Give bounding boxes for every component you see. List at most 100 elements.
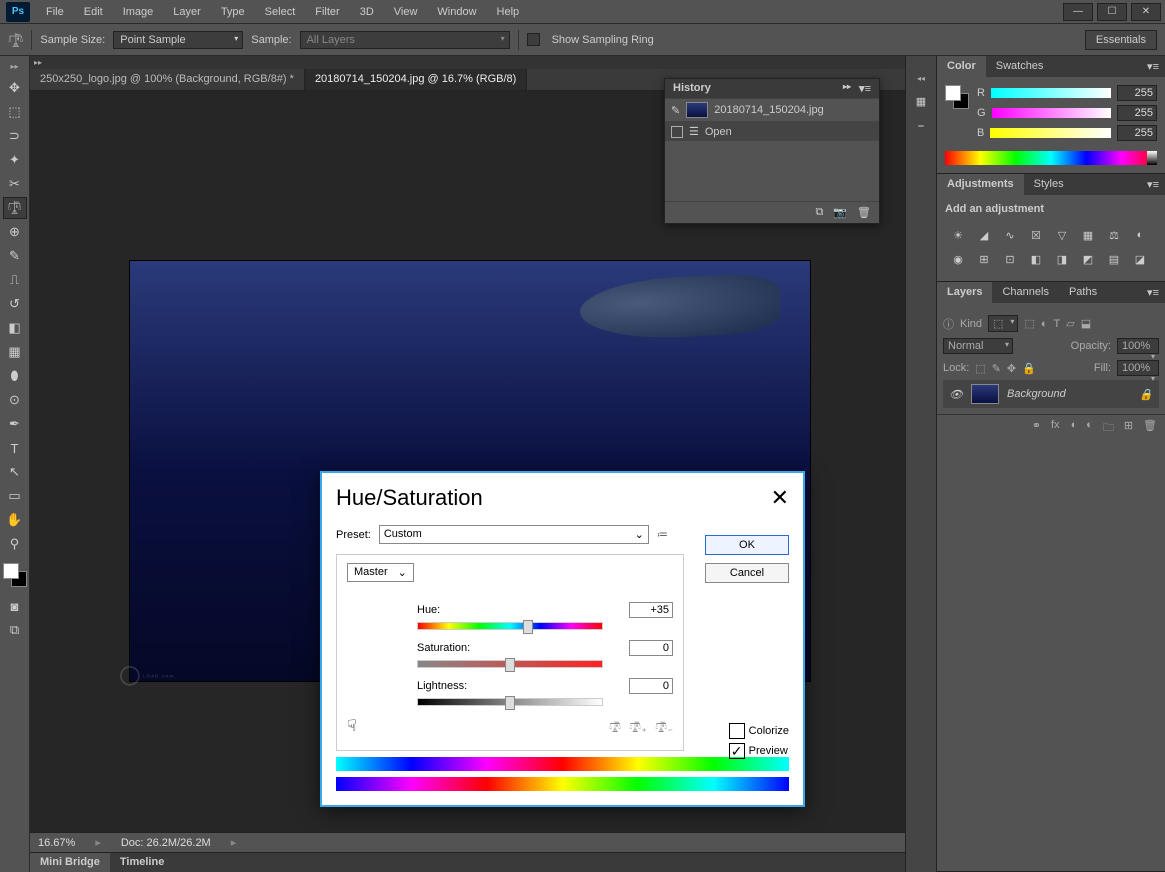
menu-3d[interactable]: 3D: [350, 2, 384, 22]
eyedropper-sample-icon[interactable]: 𓍝: [609, 717, 621, 736]
saturation-slider[interactable]: [417, 660, 603, 668]
sample-size-dropdown[interactable]: Point Sample: [113, 31, 243, 49]
opacity-dropdown[interactable]: 100%: [1117, 338, 1159, 354]
brightness-icon[interactable]: ☀: [949, 227, 967, 243]
menu-select[interactable]: Select: [255, 2, 306, 22]
collapse-icon[interactable]: ▸▸: [10, 62, 18, 71]
visibility-icon[interactable]: 👁: [949, 388, 963, 401]
filter-smart-icon[interactable]: ⬓: [1081, 317, 1091, 330]
delete-icon[interactable]: 🗑: [857, 206, 871, 219]
adjustment-layer-icon[interactable]: ◐: [1086, 419, 1093, 438]
hand-tool[interactable]: ✋: [3, 509, 27, 531]
shape-tool[interactable]: ▭: [3, 485, 27, 507]
path-tool[interactable]: ↖: [3, 461, 27, 483]
mixer-icon[interactable]: ⊞: [975, 251, 993, 267]
colorize-checkbox[interactable]: [729, 723, 745, 739]
type-tool[interactable]: T: [3, 437, 27, 459]
lock-all-icon[interactable]: 🔒: [1022, 362, 1036, 375]
posterize-icon[interactable]: ◨: [1053, 251, 1071, 267]
lock-paint-icon[interactable]: ✎: [992, 362, 1001, 375]
group-icon[interactable]: 🗀: [1103, 419, 1114, 438]
blend-dropdown[interactable]: Normal: [943, 338, 1013, 354]
selective-icon[interactable]: ◪: [1131, 251, 1149, 267]
timeline-tab[interactable]: Timeline: [110, 853, 174, 872]
marquee-tool[interactable]: ⬚: [3, 101, 27, 123]
lock-pixels-icon[interactable]: ⬚: [975, 362, 985, 375]
workspace-essentials-button[interactable]: Essentials: [1085, 30, 1157, 50]
menu-view[interactable]: View: [384, 2, 428, 22]
filter-pixel-icon[interactable]: ⬚: [1024, 317, 1034, 330]
b-input[interactable]: [1117, 125, 1157, 141]
new-doc-icon[interactable]: ⧉: [815, 206, 823, 219]
blur-tool[interactable]: ⬮: [3, 365, 27, 387]
lock-move-icon[interactable]: ✥: [1007, 362, 1016, 375]
vibrance-icon[interactable]: ▽: [1053, 227, 1071, 243]
screenmode-tool[interactable]: ⧉: [3, 619, 27, 641]
filter-adjust-icon[interactable]: ◐: [1041, 318, 1048, 330]
hue-slider[interactable]: [417, 622, 603, 630]
gradient-map-icon[interactable]: ▤: [1105, 251, 1123, 267]
lasso-tool[interactable]: ⊃: [3, 125, 27, 147]
channel-dropdown[interactable]: Master⌄: [347, 563, 414, 582]
zoom-value[interactable]: 16.67%: [38, 837, 75, 849]
bw-icon[interactable]: ◐: [1131, 227, 1149, 243]
minimize-button[interactable]: —: [1063, 3, 1093, 21]
menu-filter[interactable]: Filter: [305, 2, 349, 22]
eyedropper-add-icon[interactable]: 𓍝₊: [629, 717, 647, 736]
wand-tool[interactable]: ✦: [3, 149, 27, 171]
channels-tab[interactable]: Channels: [992, 282, 1058, 303]
presets-panel-icon[interactable]: ⎯: [918, 120, 924, 133]
exposure-icon[interactable]: ☒: [1027, 227, 1045, 243]
fill-dropdown[interactable]: 100%: [1117, 360, 1159, 376]
new-layer-icon[interactable]: ⊞: [1124, 419, 1133, 438]
menu-image[interactable]: Image: [113, 2, 164, 22]
menu-type[interactable]: Type: [211, 2, 255, 22]
panel-menu-icon[interactable]: ▾≡: [859, 82, 871, 95]
menu-window[interactable]: Window: [427, 2, 486, 22]
pen-tool[interactable]: ✒: [3, 413, 27, 435]
curves-icon[interactable]: ∿: [1001, 227, 1019, 243]
heal-tool[interactable]: ⊕: [3, 221, 27, 243]
layer-background[interactable]: 👁 Background 🔒: [943, 380, 1159, 408]
paths-tab[interactable]: Paths: [1059, 282, 1107, 303]
crop-tool[interactable]: ✂: [3, 173, 27, 195]
history-step[interactable]: Open: [705, 126, 732, 138]
lightness-slider[interactable]: [417, 698, 603, 706]
lookup-icon[interactable]: ⊡: [1001, 251, 1019, 267]
panel-menu-icon[interactable]: ▾≡: [1141, 174, 1165, 195]
swatches-tab[interactable]: Swatches: [986, 56, 1054, 77]
levels-icon[interactable]: ◢: [975, 227, 993, 243]
minibridge-tab[interactable]: Mini Bridge: [30, 853, 110, 872]
sample-dropdown[interactable]: All Layers: [300, 31, 510, 49]
preset-menu-icon[interactable]: ≔: [657, 528, 668, 541]
brush-tool[interactable]: ✎: [3, 245, 27, 267]
panel-menu-icon[interactable]: ▾≡: [1141, 282, 1165, 303]
kind-dropdown[interactable]: ⬚: [988, 315, 1018, 332]
history-file[interactable]: 20180714_150204.jpg: [714, 104, 824, 116]
layers-tab[interactable]: Layers: [937, 282, 992, 303]
adjustments-tab[interactable]: Adjustments: [937, 174, 1024, 195]
filter-shape-icon[interactable]: ▱: [1066, 317, 1074, 330]
filter-type-icon[interactable]: T: [1054, 318, 1061, 330]
menu-file[interactable]: File: [36, 2, 74, 22]
expand-icon[interactable]: ▸▸: [30, 56, 905, 69]
cancel-button[interactable]: Cancel: [705, 563, 789, 583]
move-tool[interactable]: ✥: [3, 77, 27, 99]
quickmask-tool[interactable]: ◙: [3, 595, 27, 617]
fx-icon[interactable]: fx: [1051, 419, 1060, 438]
lightness-input[interactable]: [629, 678, 673, 694]
photo-filter-icon[interactable]: ◉: [949, 251, 967, 267]
color-panel-swatches[interactable]: [945, 85, 969, 109]
delete-icon[interactable]: 🗑: [1143, 419, 1157, 438]
zoom-tool[interactable]: ⚲: [3, 533, 27, 555]
eraser-tool[interactable]: ◧: [3, 317, 27, 339]
doc-tab-1[interactable]: 250x250_logo.jpg @ 100% (Background, RGB…: [30, 69, 305, 90]
menu-help[interactable]: Help: [487, 2, 530, 22]
eyedropper-tool[interactable]: 𓍝: [3, 197, 27, 219]
history-brush-tool[interactable]: ↺: [3, 293, 27, 315]
show-sampling-checkbox[interactable]: [527, 33, 540, 46]
mask-icon[interactable]: ◖: [1070, 419, 1077, 438]
color-swatches[interactable]: [3, 563, 27, 587]
gradient-tool[interactable]: ▦: [3, 341, 27, 363]
saturation-input[interactable]: [629, 640, 673, 656]
